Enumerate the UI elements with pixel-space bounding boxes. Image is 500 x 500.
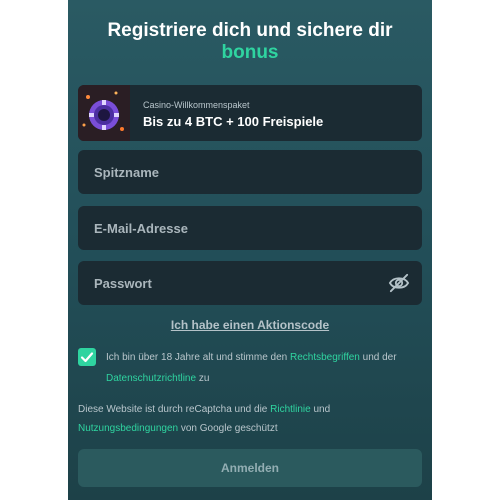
nickname-input[interactable] [78, 150, 422, 194]
casino-chip-icon [78, 85, 130, 141]
recaptcha-notice: Diese Website ist durch reCaptcha und di… [78, 400, 422, 438]
registration-panel: Registriere dich und sichere dir bonus C… [68, 0, 432, 500]
email-field-wrapper [78, 206, 422, 250]
terms-text-2: und der [359, 352, 397, 363]
terms-text-3: zu [196, 373, 210, 384]
recaptcha-text-2: und [310, 404, 331, 415]
terms-text-1: Ich bin über 18 Jahre alt und stimme den [106, 352, 290, 363]
google-privacy-link[interactable]: Richtlinie [270, 404, 311, 415]
nickname-field-wrapper [78, 150, 422, 194]
promo-subtitle: Casino-Willkommenspaket [143, 100, 250, 110]
promo-code-link[interactable]: Ich habe einen Aktionscode [68, 318, 432, 332]
privacy-policy-link[interactable]: Datenschutzrichtline [106, 373, 196, 384]
google-terms-link[interactable]: Nutzungsbedingungen [78, 423, 178, 434]
promo-offer: Bis zu 4 BTC + 100 Freispiele [143, 114, 324, 129]
terms-text: Ich bin über 18 Jahre alt und stimme den… [106, 347, 406, 389]
legal-terms-link[interactable]: Rechtsbegriffen [290, 352, 360, 363]
terms-checkbox[interactable] [78, 348, 96, 366]
password-input[interactable] [78, 261, 422, 305]
recaptcha-text-3: von Google geschützt [178, 423, 278, 434]
email-input[interactable] [78, 206, 422, 250]
page-title: Registriere dich und sichere dir bonus [68, 20, 432, 64]
login-button[interactable]: Anmelden [78, 449, 422, 487]
eye-off-icon[interactable] [388, 273, 410, 293]
checkmark-icon [80, 352, 94, 363]
password-field-wrapper [78, 261, 422, 305]
recaptcha-text-1: Diese Website ist durch reCaptcha und di… [78, 404, 271, 415]
title-text: Registriere dich und sichere dir [107, 20, 393, 41]
welcome-bonus-banner: Casino-Willkommenspaket Bis zu 4 BTC + 1… [78, 85, 422, 141]
title-accent: bonus [221, 42, 279, 63]
